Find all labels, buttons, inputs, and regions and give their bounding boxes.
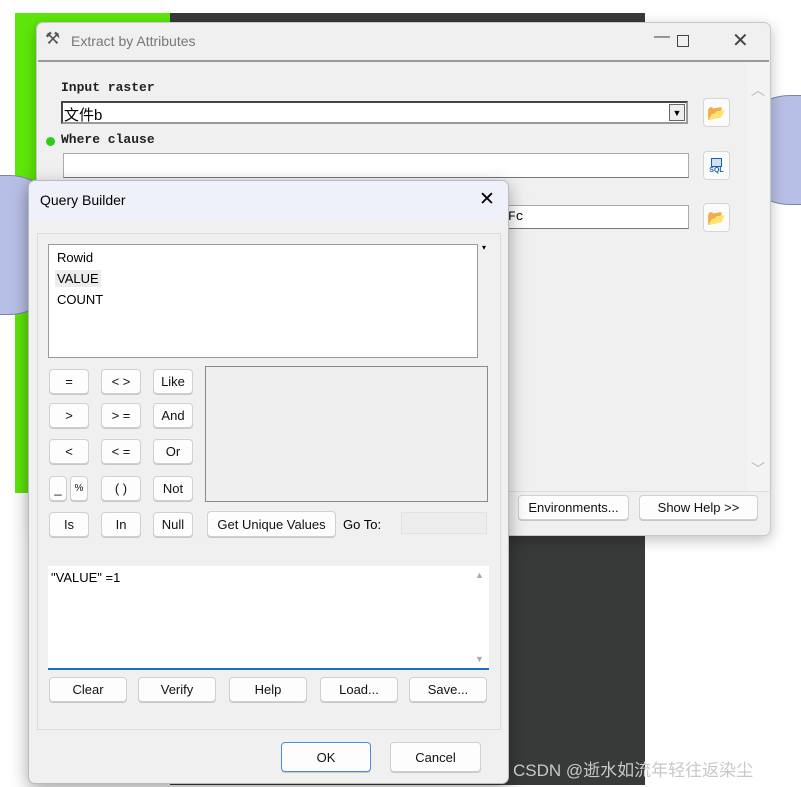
- browse-input-button[interactable]: 📂: [703, 98, 730, 127]
- dialog-title: Query Builder: [40, 192, 126, 208]
- operator-greater-equal[interactable]: > =: [101, 403, 141, 428]
- operator-parentheses[interactable]: ( ): [101, 476, 141, 501]
- output-raster-value: Fc: [508, 209, 524, 224]
- watermark: CSDN @逝水如流年轻往返染尘: [513, 761, 754, 780]
- input-raster-value: 文件b: [64, 107, 103, 124]
- scroll-down-icon[interactable]: ﹀: [751, 459, 765, 479]
- scrollbar[interactable]: ︿ ﹀: [747, 62, 769, 491]
- window-title: Extract by Attributes: [71, 33, 196, 49]
- operator-in[interactable]: In: [101, 512, 141, 537]
- required-indicator-icon: [46, 137, 55, 146]
- dropdown-arrow-icon[interactable]: ▼: [669, 104, 685, 121]
- field-item[interactable]: Rowid: [57, 250, 93, 265]
- input-raster-label: Input raster: [61, 80, 155, 95]
- unique-values-list[interactable]: [205, 366, 488, 502]
- get-unique-values-button[interactable]: Get Unique Values: [207, 511, 336, 537]
- show-help-button[interactable]: Show Help >>: [639, 495, 758, 520]
- field-menu-arrow-icon[interactable]: ▾: [482, 243, 486, 252]
- environments-button[interactable]: Environments...: [518, 495, 629, 520]
- scroll-down-icon[interactable]: ▼: [475, 654, 484, 664]
- operator-like[interactable]: Like: [153, 369, 193, 394]
- operator-or[interactable]: Or: [153, 439, 193, 464]
- clear-button[interactable]: Clear: [49, 677, 127, 702]
- operator-not-equals[interactable]: < >: [101, 369, 141, 394]
- operator-and[interactable]: And: [153, 403, 193, 428]
- sql-icon-text: SQL: [709, 166, 724, 174]
- folder-icon: 📂: [707, 209, 726, 227]
- operator-percent[interactable]: %: [70, 476, 88, 501]
- field-list[interactable]: Rowid VALUE COUNT: [48, 244, 478, 358]
- expression-text: "VALUE" =1: [51, 570, 121, 585]
- scroll-up-icon[interactable]: ▲: [475, 570, 484, 580]
- hammer-icon: ⚒: [45, 29, 61, 48]
- operator-greater[interactable]: >: [49, 403, 89, 428]
- operator-less-equal[interactable]: < =: [101, 439, 141, 464]
- folder-icon: 📂: [707, 104, 726, 122]
- ok-button[interactable]: OK: [281, 742, 371, 772]
- go-to-label: Go To:: [343, 517, 382, 532]
- where-clause-input[interactable]: [63, 153, 689, 178]
- field-item-selected[interactable]: VALUE: [55, 270, 101, 287]
- operator-underscore[interactable]: _: [49, 476, 67, 501]
- minimize-button[interactable]: —: [654, 28, 670, 46]
- operator-less[interactable]: <: [49, 439, 89, 464]
- operator-null[interactable]: Null: [153, 512, 193, 537]
- sql-button[interactable]: SQL: [703, 151, 730, 180]
- close-button[interactable]: ✕: [479, 188, 495, 211]
- load-button[interactable]: Load...: [320, 677, 398, 702]
- go-to-input[interactable]: [401, 512, 487, 534]
- operator-is[interactable]: Is: [49, 512, 89, 537]
- operator-not[interactable]: Not: [153, 476, 193, 501]
- query-builder-titlebar: Query Builder ✕: [29, 181, 508, 219]
- save-button[interactable]: Save...: [409, 677, 487, 702]
- expression-scrollbar[interactable]: ▲ ▼: [470, 566, 489, 668]
- cancel-button[interactable]: Cancel: [390, 742, 481, 772]
- maximize-button[interactable]: [677, 35, 689, 47]
- help-button[interactable]: Help: [229, 677, 307, 702]
- expression-textarea[interactable]: "VALUE" =1 ▲ ▼: [48, 566, 489, 670]
- query-builder-dialog: Query Builder ✕ Rowid VALUE COUNT ▾ = < …: [28, 180, 509, 784]
- operator-equals[interactable]: =: [49, 369, 89, 394]
- scroll-up-icon[interactable]: ︿: [751, 80, 765, 100]
- field-item[interactable]: COUNT: [57, 292, 103, 307]
- sql-icon: [711, 157, 722, 167]
- input-raster-combo[interactable]: 文件b ▼: [61, 101, 688, 124]
- close-button[interactable]: ✕: [732, 28, 749, 53]
- where-clause-label: Where clause: [61, 132, 155, 147]
- browse-output-button[interactable]: 📂: [703, 203, 730, 232]
- verify-button[interactable]: Verify: [138, 677, 216, 702]
